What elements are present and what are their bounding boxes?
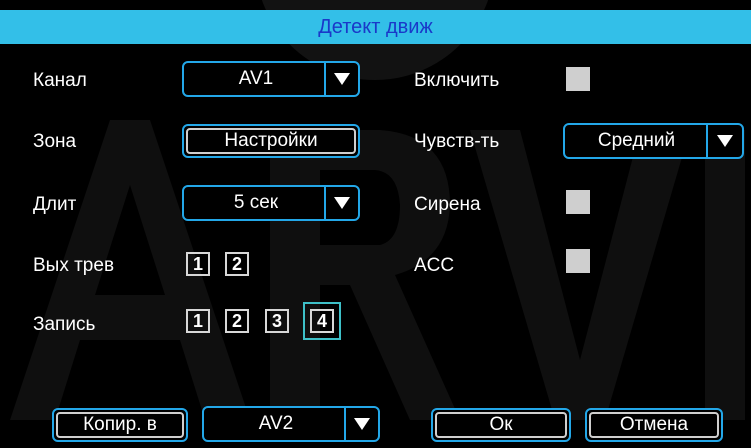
record-2-checkbox[interactable]: 2 xyxy=(225,309,249,333)
sensitivity-value: Средний xyxy=(597,130,676,151)
alarm-out-1-checkbox[interactable]: 1 xyxy=(186,252,210,276)
copy-to-button[interactable]: Копир. в xyxy=(52,408,188,442)
record-1-checkbox[interactable]: 1 xyxy=(186,309,210,333)
record-3-checkbox[interactable]: 3 xyxy=(265,309,289,333)
record-4-checkbox[interactable]: 4 xyxy=(310,309,334,333)
cancel-button-label: Отмена xyxy=(589,412,719,438)
cancel-button[interactable]: Отмена xyxy=(585,408,723,442)
watermark xyxy=(10,0,745,420)
enable-label: Включить xyxy=(414,70,500,91)
copy-to-button-label: Копир. в xyxy=(56,412,184,438)
duration-select[interactable]: 5 сек xyxy=(182,185,360,221)
triangle-down-icon[interactable] xyxy=(344,408,378,440)
zone-label: Зона xyxy=(33,131,77,152)
triangle-down-icon[interactable] xyxy=(324,63,358,95)
record-label: Запись xyxy=(33,314,96,335)
enable-checkbox[interactable] xyxy=(566,67,590,91)
dialog-title: Детект движ xyxy=(0,10,751,44)
siren-checkbox[interactable] xyxy=(566,190,590,214)
acc-label: ACC xyxy=(414,255,455,276)
siren-label: Сирена xyxy=(414,194,481,215)
copy-target-select[interactable]: AV2 xyxy=(202,406,380,442)
duration-label: Длит xyxy=(33,194,77,215)
ok-button-label: Ок xyxy=(435,412,567,438)
zone-settings-button-label: Настройки xyxy=(186,128,356,154)
sensitivity-select[interactable]: Средний xyxy=(563,123,744,159)
triangle-down-icon[interactable] xyxy=(324,187,358,219)
alarm-out-2-checkbox[interactable]: 2 xyxy=(225,252,249,276)
sensitivity-label: Чувств-ть xyxy=(414,131,500,152)
motion-detect-dialog: Детект движ Канал AV1 Включить Зона Наст… xyxy=(0,0,751,448)
duration-value: 5 сек xyxy=(233,192,279,213)
zone-settings-button[interactable]: Настройки xyxy=(182,124,360,158)
triangle-down-icon[interactable] xyxy=(706,125,742,157)
copy-target-value: AV2 xyxy=(258,413,294,434)
channel-label: Канал xyxy=(33,70,87,91)
alarm-out-label: Вых трев xyxy=(33,255,115,276)
channel-select[interactable]: AV1 xyxy=(182,61,360,97)
acc-checkbox[interactable] xyxy=(566,249,590,273)
channel-value: AV1 xyxy=(238,68,274,89)
ok-button[interactable]: Ок xyxy=(431,408,571,442)
